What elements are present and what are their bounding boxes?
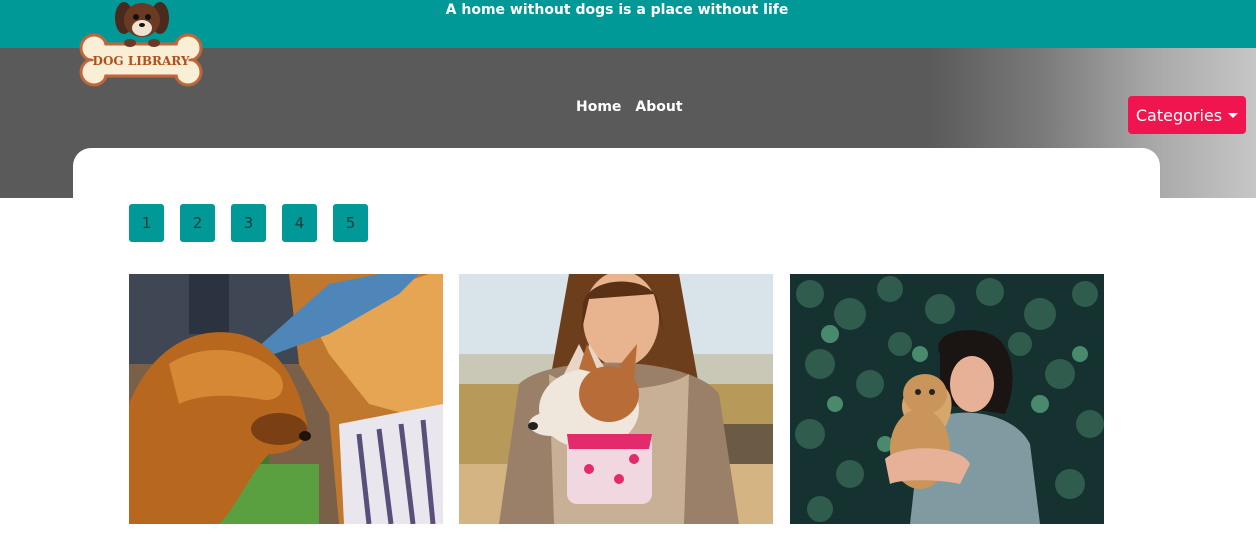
- woman-holding-chihuahua-photo: [459, 274, 773, 524]
- categories-dropdown-button[interactable]: Categories: [1128, 96, 1246, 134]
- page-button-3[interactable]: 3: [231, 204, 266, 242]
- golden-retriever-with-woman-in-hat-photo: [129, 274, 443, 524]
- categories-label: Categories: [1135, 105, 1223, 125]
- dog-photo-2[interactable]: [459, 274, 773, 524]
- page-button-4[interactable]: 4: [282, 204, 317, 242]
- page-button-5[interactable]: 5: [333, 204, 368, 242]
- nav-home-link[interactable]: Home: [576, 99, 621, 115]
- dog-photo-3[interactable]: [790, 274, 1104, 524]
- main-nav: Home About: [576, 99, 683, 115]
- caret-down-icon: [1228, 112, 1239, 118]
- nav-about-link[interactable]: About: [635, 99, 682, 115]
- logo-dog-muzzle: [132, 20, 152, 36]
- dog-library-logo[interactable]: DOG LIBRARY: [78, 0, 204, 94]
- pagination: 1 2 3 4 5: [129, 204, 368, 242]
- woman-hugging-small-dog-in-ivy-photo: [790, 274, 1104, 524]
- page-button-1[interactable]: 1: [129, 204, 164, 242]
- dog-photo-1[interactable]: [129, 274, 443, 524]
- logo-text: DOG LIBRARY: [93, 54, 190, 68]
- page-button-2[interactable]: 2: [180, 204, 215, 242]
